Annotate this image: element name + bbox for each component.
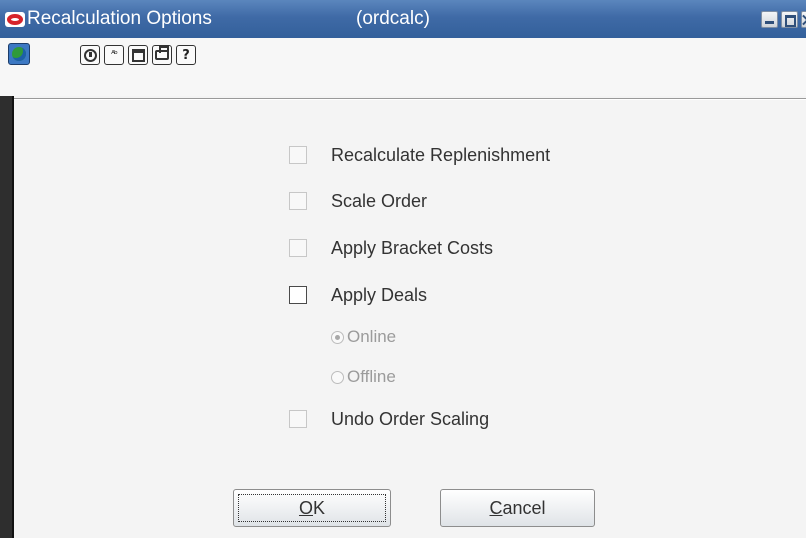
focus-ring (238, 494, 386, 522)
oracle-logo-icon (5, 12, 25, 27)
option-apply-bracket-costs: Apply Bracket Costs (289, 236, 493, 260)
scale-order-label: Scale Order (331, 190, 428, 211)
window-title: Recalculation Options (27, 8, 212, 29)
print-icon[interactable] (152, 45, 172, 65)
radio-online[interactable]: Online (331, 326, 396, 348)
help-icon[interactable]: ? (176, 45, 196, 65)
ok-button[interactable]: OK (233, 489, 391, 527)
apply-deals-label: Apply Deals (331, 284, 428, 305)
cancel-label-rest: ancel (502, 497, 546, 518)
option-recalculate-replenishment: Recalculate Replenishment (289, 143, 550, 167)
option-apply-deals: Apply Deals (289, 283, 427, 307)
window-left-edge (0, 96, 14, 538)
offline-radio-button[interactable] (331, 370, 344, 384)
scale-order-checkbox[interactable] (289, 192, 307, 210)
apply-deals-checkbox[interactable] (289, 286, 307, 304)
radio-offline[interactable]: Offline (331, 366, 396, 388)
maximize-icon[interactable] (781, 11, 798, 28)
undo-order-scaling-label: Undo Order Scaling (331, 408, 490, 429)
undo-order-scaling-checkbox[interactable] (289, 410, 307, 428)
recalculate-replenishment-checkbox[interactable] (289, 146, 307, 164)
option-scale-order: Scale Order (289, 189, 427, 213)
online-radio-button[interactable] (331, 330, 344, 344)
form-name: (ordcalc) (356, 8, 430, 29)
option-undo-order-scaling: Undo Order Scaling (289, 407, 489, 431)
close-icon[interactable] (801, 11, 806, 28)
recalculation-options-window: Recalculation Options (ordcalc) ᴬᵇ ? Rec… (0, 0, 806, 538)
cancel-mnemonic: C (489, 497, 503, 518)
online-radio-label: Online (347, 327, 397, 346)
cancel-button[interactable]: Cancel (440, 489, 595, 527)
offline-radio-label: Offline (347, 367, 396, 386)
globe-icon[interactable] (8, 43, 30, 65)
recalculate-replenishment-label: Recalculate Replenishment (331, 144, 551, 165)
spell-check-icon[interactable]: ᴬᵇ (104, 45, 124, 65)
apply-bracket-costs-checkbox[interactable] (289, 239, 307, 257)
minimize-icon[interactable] (761, 11, 778, 28)
navigate-icon[interactable] (80, 45, 100, 65)
calendar-icon[interactable] (128, 45, 148, 65)
apply-bracket-costs-label: Apply Bracket Costs (331, 237, 494, 258)
title-bar[interactable]: Recalculation Options (ordcalc) (0, 0, 806, 38)
